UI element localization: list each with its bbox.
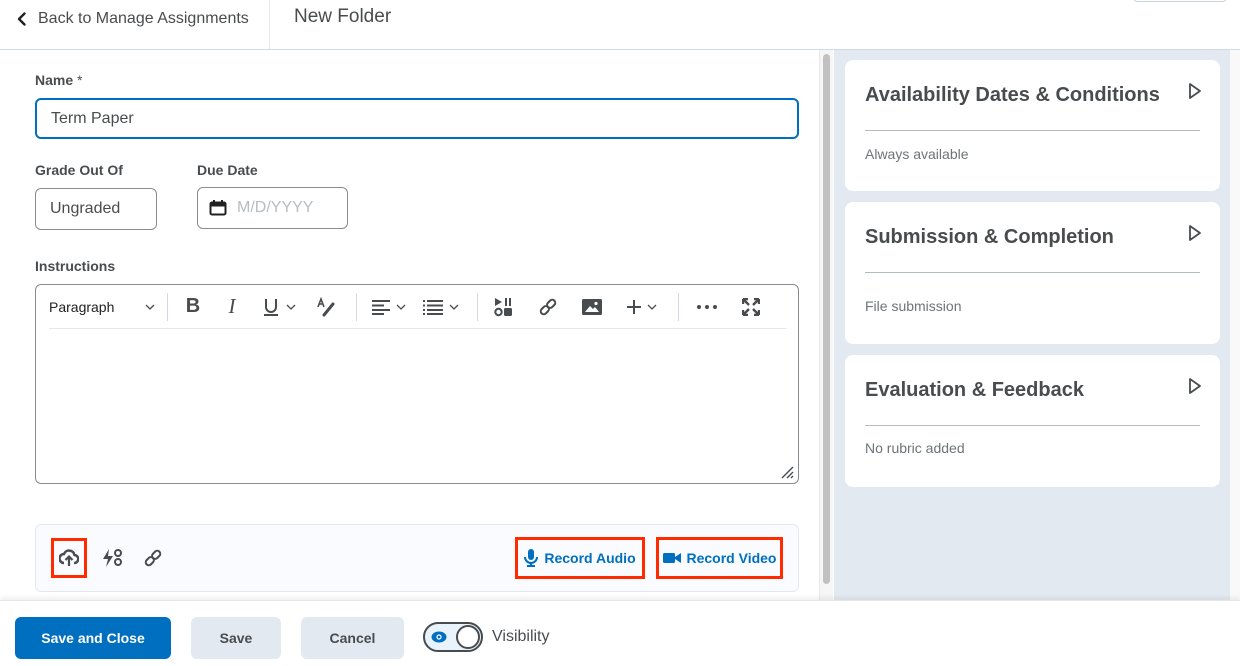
block-format-dropdown[interactable]: Paragraph [49,292,159,322]
quicklink-button[interactable] [94,538,130,578]
more-options-button[interactable] [687,292,727,322]
record-video-button[interactable]: Record Video [656,537,783,579]
name-input[interactable] [35,98,799,139]
visibility-label: Visibility [492,628,550,645]
toolbar-divider [356,292,357,321]
record-audio-button[interactable]: Record Audio [515,537,645,579]
chevron-down-icon [286,304,296,310]
save-and-close-button[interactable]: Save and Close [15,617,171,659]
align-button[interactable] [365,292,413,322]
header-button-partial[interactable] [1132,0,1228,2]
back-to-manage-assignments-link[interactable]: Back to Manage Assignments [14,8,249,30]
card-divider [865,425,1200,426]
card-summary: Always available [865,146,969,162]
settings-panel: Availability Dates & Conditions Always a… [834,50,1230,600]
quicklink-icon [103,549,122,567]
header-divider [269,0,270,49]
eye-icon [431,631,447,643]
scrollbar-thumb[interactable] [823,54,830,584]
media-icon [494,297,512,316]
align-left-icon [372,299,390,315]
grade-out-of-label: Grade Out Of [35,162,123,178]
list-icon [423,299,443,315]
save-button[interactable]: Save [191,617,281,659]
toolbar-divider [477,292,478,321]
instructions-editor[interactable]: Paragraph B I [35,284,799,484]
text-style-button[interactable] [304,292,348,322]
toggle-knob [456,625,480,649]
chevron-down-icon [647,304,657,310]
card-title: Evaluation & Feedback [865,379,1084,401]
record-video-label: Record Video [686,550,777,566]
resize-handle-icon[interactable] [780,465,794,479]
video-camera-icon [662,553,681,563]
calendar-icon [209,200,227,216]
due-date-input[interactable]: M/D/YYYY [197,187,348,229]
link-icon [539,298,557,315]
insert-media-button[interactable] [486,292,522,322]
bold-button[interactable]: B [176,292,210,322]
due-date-placeholder: M/D/YYYY [237,199,314,216]
insert-image-button[interactable] [574,292,610,322]
block-format-value: Paragraph [49,298,115,315]
cancel-button[interactable]: Cancel [301,617,404,659]
evaluation-card[interactable]: Evaluation & Feedback No rubric added [845,355,1220,487]
insert-link-button[interactable] [522,292,574,322]
page-title: New Folder [294,6,392,27]
text-style-icon [317,296,335,316]
chevron-left-icon [17,12,26,26]
italic-icon: I [228,294,236,318]
expand-arrow-icon [1189,225,1201,241]
required-mark: * [77,72,83,88]
toolbar-divider [167,292,168,321]
card-summary: No rubric added [865,440,965,456]
back-link-label: Back to Manage Assignments [38,10,249,27]
panel-edge [1230,50,1240,600]
list-button[interactable] [413,292,469,322]
bold-icon: B [185,295,201,317]
expand-arrow-icon [1189,378,1201,394]
name-label-text: Name [35,72,74,88]
italic-button[interactable]: I [210,292,254,322]
card-divider [865,130,1200,131]
card-summary: File submission [865,298,962,314]
image-icon [582,298,602,315]
cloud-upload-icon [59,549,79,566]
attach-link-button[interactable] [135,538,171,578]
card-title: Availability Dates & Conditions [865,84,1160,106]
toolbar-divider [678,292,679,321]
editor-toolbar: Paragraph B I [49,285,787,329]
form-scrollbar[interactable] [819,50,833,600]
chevron-down-icon [449,304,459,310]
expand-arrow-icon [1189,83,1201,99]
footer-action-bar: Save and Close Save Cancel Visibility [0,600,1240,666]
insert-plus-icon [627,299,641,314]
upload-file-button[interactable] [51,538,87,578]
visibility-toggle[interactable] [423,622,483,652]
grade-out-of-input[interactable] [35,188,157,230]
page-header: Back to Manage Assignments New Folder [0,0,1240,50]
underline-icon [264,298,278,316]
submission-card[interactable]: Submission & Completion File submission [845,202,1220,344]
card-divider [865,272,1200,273]
underline-button[interactable] [254,292,304,322]
fullscreen-button[interactable] [727,292,775,322]
link-icon [144,549,162,567]
attachment-bar: Record Audio Record Video [35,524,799,592]
insert-more-button[interactable] [614,292,670,322]
microphone-icon [524,549,539,567]
chevron-down-icon [145,304,155,310]
due-date-label: Due Date [197,162,258,178]
availability-card[interactable]: Availability Dates & Conditions Always a… [845,60,1220,191]
assignment-form: Name * Grade Out Of Due Date M/D/YYYY In… [0,50,820,600]
record-audio-label: Record Audio [544,550,636,566]
card-title: Submission & Completion [865,226,1114,248]
fullscreen-icon [742,297,760,316]
more-icon [697,304,717,309]
chevron-down-icon [396,304,406,310]
instructions-label: Instructions [35,258,116,274]
name-label: Name * [35,72,82,88]
